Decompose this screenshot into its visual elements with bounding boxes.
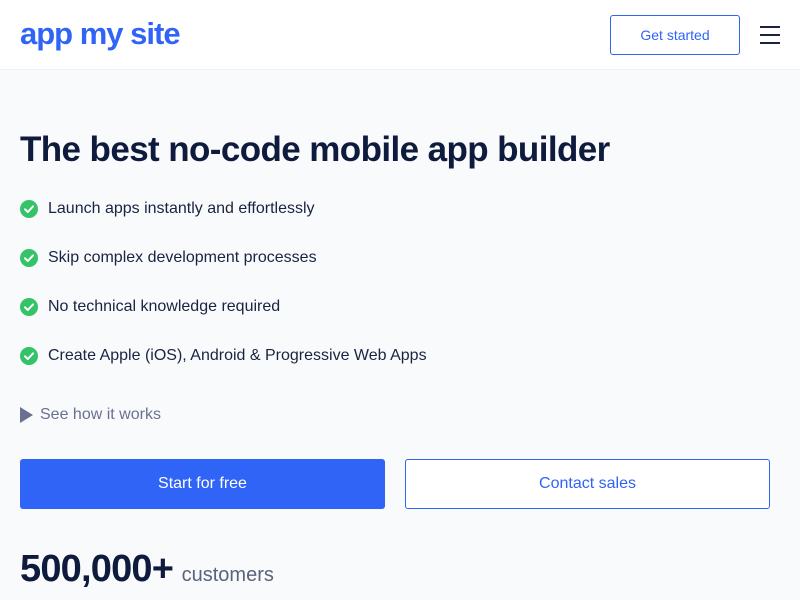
feature-item: No technical knowledge required — [20, 294, 280, 320]
check-circle-icon — [20, 249, 38, 267]
play-icon — [20, 407, 33, 423]
hamburger-menu-icon[interactable] — [758, 24, 782, 46]
site-header: app my site Get started — [0, 0, 800, 70]
start-for-free-button[interactable]: Start for free — [20, 459, 385, 509]
brand-logo[interactable]: app my site — [20, 14, 181, 54]
see-how-label: See how it works — [40, 406, 161, 423]
get-started-button[interactable]: Get started — [610, 15, 740, 55]
customer-stats: 500,000+ customers — [20, 548, 274, 591]
customer-count: 500,000+ — [20, 548, 174, 590]
feature-item: Skip complex development processes — [20, 245, 317, 271]
check-circle-icon — [20, 200, 38, 218]
feature-text: Skip complex development processes — [48, 249, 317, 266]
check-circle-icon — [20, 298, 38, 316]
feature-text: No technical knowledge required — [48, 298, 281, 315]
see-how-it-works-link[interactable]: See how it works — [20, 406, 161, 424]
feature-text: Launch apps instantly and effortlessly — [48, 200, 315, 217]
feature-item: Create Apple (iOS), Android & Progressiv… — [20, 343, 427, 369]
feature-item: Launch apps instantly and effortlessly — [20, 196, 315, 222]
check-circle-icon — [20, 347, 38, 365]
hero-headline: The best no-code mobile app builder — [20, 130, 610, 169]
customer-count-label: customers — [181, 564, 274, 586]
contact-sales-button[interactable]: Contact sales — [405, 459, 770, 509]
feature-text: Create Apple (iOS), Android & Progressiv… — [48, 347, 427, 364]
